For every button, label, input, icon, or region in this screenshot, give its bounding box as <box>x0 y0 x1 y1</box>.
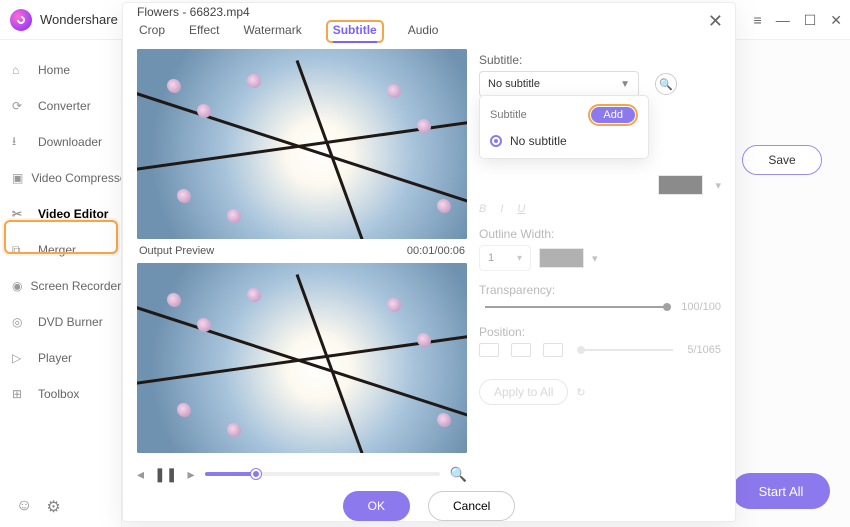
output-preview <box>137 263 467 453</box>
ok-button[interactable]: OK <box>343 491 410 521</box>
sidebar-item-dvd-burner[interactable]: ◎DVD Burner <box>0 304 121 340</box>
transparency-value: 100/100 <box>681 301 721 313</box>
position-right-icon[interactable] <box>543 343 563 357</box>
sidebar-item-toolbox[interactable]: ⊞Toolbox <box>0 376 121 412</box>
preview-column: Output Preview 00:01/00:06 ◂ ❚❚ <box>137 49 467 491</box>
transparency-label: Transparency: <box>479 283 721 297</box>
sidebar-item-home[interactable]: ⌂Home <box>0 52 121 88</box>
play-icon: ▷ <box>12 351 30 365</box>
dropdown-header-label: Subtitle <box>490 109 527 121</box>
sidebar-item-merger[interactable]: ⧉Merger <box>0 232 121 268</box>
modal-footer: OK Cancel <box>123 491 735 521</box>
outline-width-label: Outline Width: <box>479 227 721 241</box>
position-slider[interactable] <box>581 349 673 351</box>
font-color-swatch[interactable] <box>658 175 703 195</box>
subtitle-section-label: Subtitle: <box>479 53 721 67</box>
subtitle-option-none[interactable]: No subtitle <box>490 134 638 148</box>
sidebar: ⌂Home ⟳Converter ⭳Downloader ▣Video Comp… <box>0 40 122 527</box>
tab-effect[interactable]: Effect <box>189 23 219 41</box>
playback-slider[interactable] <box>205 472 440 476</box>
tab-audio[interactable]: Audio <box>408 23 439 41</box>
compress-icon: ▣ <box>12 171 23 185</box>
controls-column: Subtitle: No subtitle ▼ 🔍 Subtitle Add N… <box>479 49 721 491</box>
player-controls: ◂ ❚❚ ▸ 🔍 <box>137 457 467 491</box>
underline-icon[interactable]: U <box>517 203 525 215</box>
reset-icon[interactable]: ↻ <box>576 386 585 399</box>
tab-subtitle-highlight: Subtitle <box>326 20 384 43</box>
scissors-icon: ✂ <box>12 207 30 221</box>
dvd-icon: ◎ <box>12 315 30 329</box>
position-value: 5/1065 <box>687 344 721 356</box>
app-title: Wondershare <box>40 12 118 27</box>
cancel-button[interactable]: Cancel <box>428 491 515 521</box>
hamburger-icon[interactable]: ≡ <box>754 12 762 28</box>
tab-watermark[interactable]: Watermark <box>243 23 301 41</box>
app-logo <box>10 9 32 31</box>
sidebar-item-downloader[interactable]: ⭳Downloader <box>0 124 121 160</box>
transparency-slider[interactable] <box>485 306 667 308</box>
editor-modal: Flowers - 66823.mp4 ✕ Crop Effect Waterm… <box>122 2 736 522</box>
timecode: 00:01/00:06 <box>407 245 465 257</box>
pause-icon[interactable]: ❚❚ <box>154 466 177 483</box>
position-left-icon[interactable] <box>479 343 499 357</box>
start-all-button[interactable]: Start All <box>732 473 830 509</box>
subtitle-select[interactable]: No subtitle ▼ <box>479 71 639 97</box>
sidebar-item-compressor[interactable]: ▣Video Compressor <box>0 160 121 196</box>
sidebar-item-converter[interactable]: ⟳Converter <box>0 88 121 124</box>
close-icon[interactable]: ✕ <box>830 12 842 29</box>
save-button[interactable]: Save <box>742 145 822 175</box>
radio-icon <box>490 135 502 147</box>
modal-close-icon[interactable]: ✕ <box>708 11 723 32</box>
home-icon: ⌂ <box>12 63 30 77</box>
italic-icon[interactable]: I <box>500 203 503 215</box>
sidebar-item-player[interactable]: ▷Player <box>0 340 121 376</box>
chevron-down-icon: ▼ <box>620 79 630 90</box>
outline-width-select[interactable]: 1▾ <box>479 245 531 271</box>
editor-tabs: Crop Effect Watermark Subtitle Audio <box>123 20 735 43</box>
add-highlight: Add <box>588 104 638 126</box>
output-preview-label: Output Preview <box>139 245 214 257</box>
prev-frame-icon[interactable]: ◂ <box>137 466 144 483</box>
bold-icon[interactable]: B <box>479 203 486 215</box>
converter-icon: ⟳ <box>12 99 30 113</box>
sidebar-item-video-editor[interactable]: ✂Video Editor <box>0 196 121 232</box>
outline-color-swatch[interactable] <box>539 248 584 268</box>
maximize-icon[interactable]: ☐ <box>804 12 817 29</box>
tab-crop[interactable]: Crop <box>139 23 165 41</box>
download-icon: ⭳ <box>12 132 30 153</box>
chevron-down-icon: ▾ <box>715 179 721 192</box>
settings-icon[interactable]: ⚙ <box>46 497 60 517</box>
position-center-icon[interactable] <box>511 343 531 357</box>
source-preview <box>137 49 467 239</box>
subtitle-search-icon[interactable]: 🔍 <box>655 73 677 95</box>
sidebar-item-screen-recorder[interactable]: ◉Screen Recorder <box>0 268 121 304</box>
user-icon[interactable]: ☺ <box>16 497 32 517</box>
modal-title: Flowers - 66823.mp4 <box>123 3 735 20</box>
record-icon: ◉ <box>12 279 22 293</box>
apply-to-all-button[interactable]: Apply to All <box>479 379 568 405</box>
zoom-icon[interactable]: 🔍 <box>450 466 467 483</box>
merge-icon: ⧉ <box>12 243 30 258</box>
add-subtitle-button[interactable]: Add <box>591 107 635 123</box>
toolbox-icon: ⊞ <box>12 387 30 401</box>
minimize-icon[interactable]: — <box>776 12 790 28</box>
subtitle-dropdown: Subtitle Add No subtitle <box>479 95 649 159</box>
next-frame-icon[interactable]: ▸ <box>188 466 195 483</box>
tab-subtitle[interactable]: Subtitle <box>333 23 377 43</box>
position-label: Position: <box>479 325 721 339</box>
